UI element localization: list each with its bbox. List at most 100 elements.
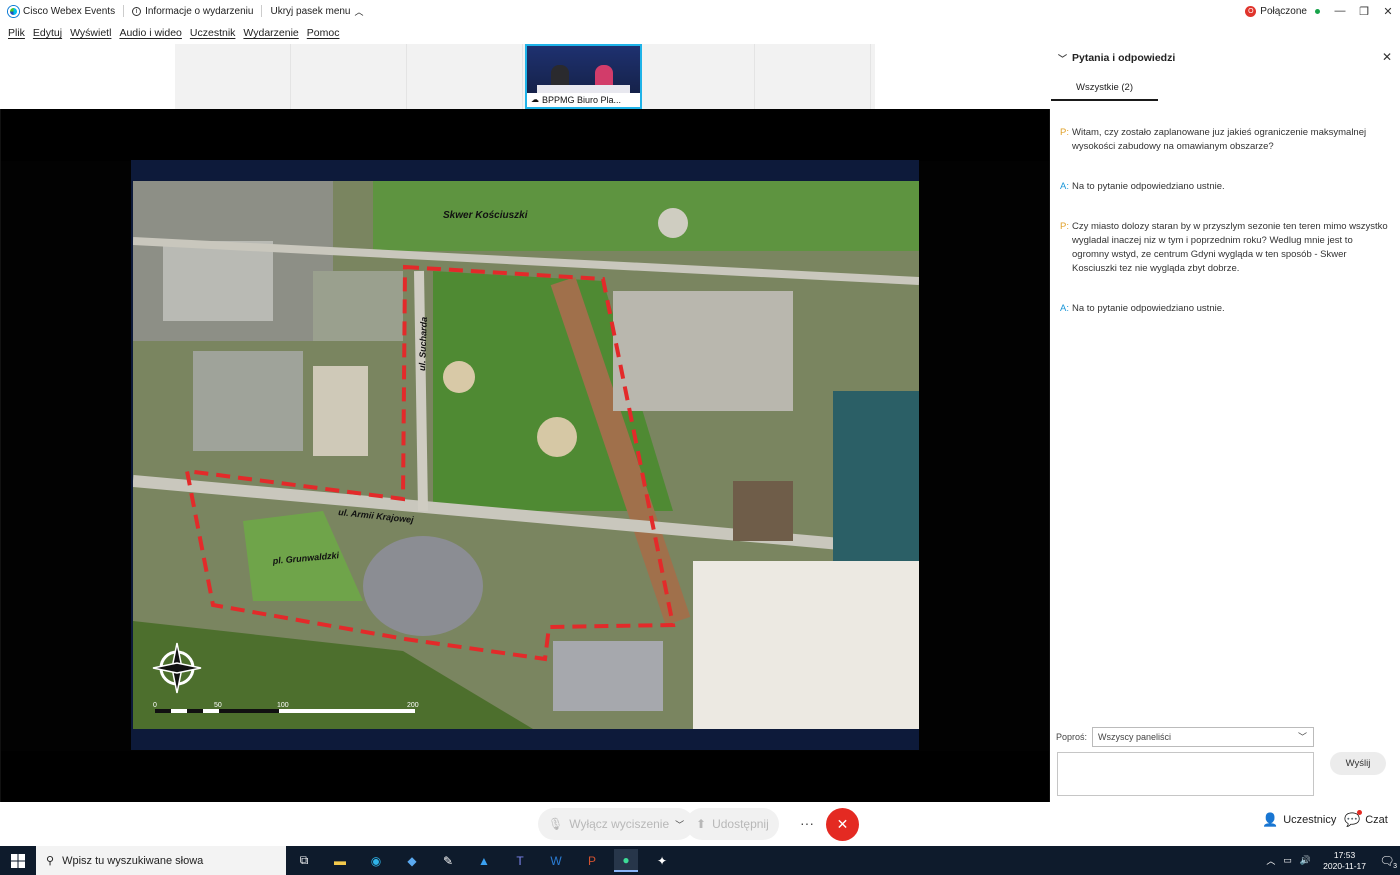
empty-video-slot: [639, 44, 755, 109]
monument-circle: [658, 208, 688, 238]
ask-target-value: Wszyscy paneliści: [1098, 732, 1172, 742]
notification-center-icon[interactable]: 🗨 3: [1374, 854, 1400, 870]
taskbar-search[interactable]: ⚲ Wpisz tu wyszukiwane słowa: [36, 846, 286, 875]
answer-item: A: Na to pytanie odpowiedziano ustnie.: [1060, 180, 1390, 194]
speaker-name-label: ☁ BPPMG Biuro Pla...: [527, 93, 640, 107]
menu-uczestnik[interactable]: Uczestnik: [186, 27, 240, 39]
building: [313, 366, 368, 456]
store-app-icon[interactable]: ◆: [400, 849, 424, 872]
connection-status[interactable]: O Połączone: [1237, 5, 1328, 17]
chevron-down-icon[interactable]: ﹀: [675, 818, 684, 831]
unmute-button[interactable]: 🎙 Wyłącz wyciszenie ﹀: [538, 808, 695, 840]
tab-all-questions[interactable]: Wszystkie (2): [1051, 74, 1158, 101]
hide-menu-label: Ukryj pasek menu: [270, 5, 351, 17]
aerial-map-drawing: Skwer Kościuszki ul. Sucharda ul. Armii …: [133, 181, 919, 729]
send-button[interactable]: Wyślij: [1330, 752, 1386, 775]
menu-audio-video[interactable]: Audio i wideo: [115, 27, 185, 39]
active-speaker-video[interactable]: ☁ BPPMG Biuro Pla...: [525, 44, 642, 109]
share-button[interactable]: ⬆ Udostępnij: [686, 808, 779, 840]
speaker-video-frame: [527, 46, 640, 93]
menu-pomoc[interactable]: Pomoc: [303, 27, 344, 39]
ask-label: Poproś:: [1056, 732, 1088, 742]
webex-taskbar-icon[interactable]: ●: [614, 849, 638, 872]
restore-button[interactable]: ❐: [1352, 5, 1376, 18]
building: [553, 641, 663, 711]
word-icon[interactable]: W: [544, 849, 568, 872]
close-panel-icon[interactable]: ✕: [1382, 50, 1392, 64]
marina-water: [833, 391, 919, 571]
chat-label: Czat: [1365, 814, 1388, 826]
presenter-figure: [595, 65, 613, 87]
hide-menu-button[interactable]: Ukryj pasek menu ︿: [262, 5, 371, 18]
qa-panel-header[interactable]: ﹀ Pytania i odpowiedzi: [1050, 44, 1400, 72]
question-text: Czy miasto dolozy staran by w przyszlym …: [1072, 221, 1388, 274]
app-icon[interactable]: ▲: [472, 849, 496, 872]
share-icon: ⬆: [696, 817, 707, 831]
menu-edytuj[interactable]: Edytuj: [29, 27, 66, 39]
answer-text: Na to pytanie odpowiedziano ustnie.: [1072, 181, 1225, 192]
connection-status-label: Połączone: [1260, 5, 1307, 17]
chat-button[interactable]: 💬 Czat: [1344, 810, 1388, 828]
notification-count: 3: [1393, 862, 1397, 870]
scale-tick: 200: [407, 702, 419, 709]
empty-video-slot: [175, 44, 291, 109]
meeting-controls-bar: 🎙 Wyłącz wyciszenie ﹀ ⬆ Udostępnij ··· ✕…: [0, 802, 1400, 846]
task-view-icon[interactable]: ⧉: [292, 849, 316, 872]
participants-label: Uczestnicy: [1283, 814, 1337, 826]
parking-area: [613, 291, 793, 411]
building: [193, 351, 303, 451]
clock[interactable]: 17:53 2020-11-17: [1315, 850, 1374, 872]
question-item[interactable]: P: Czy miasto dolozy staran by w przyszl…: [1060, 220, 1390, 276]
clock-date: 2020-11-17: [1323, 860, 1366, 871]
close-window-button[interactable]: ✕: [1376, 5, 1400, 18]
app-icon[interactable]: ✦: [650, 849, 674, 872]
menu-wydarzenie[interactable]: Wydarzenie: [239, 27, 302, 39]
title-bar: Cisco Webex Events i Informacje o wydarz…: [0, 0, 1400, 22]
chevron-down-icon: ﹀: [1297, 732, 1307, 742]
webex-logo-icon: [8, 5, 19, 17]
answer-text: Na to pytanie odpowiedziano ustnie.: [1072, 303, 1225, 314]
participants-button[interactable]: 👤 Uczestnicy: [1262, 812, 1336, 828]
file-explorer-icon[interactable]: ▬: [328, 849, 352, 872]
question-item[interactable]: P: Witam, czy zostało zaplanowane juz ja…: [1060, 126, 1390, 154]
question-input[interactable]: [1057, 752, 1314, 796]
qa-list: P: Witam, czy zostało zaplanowane juz ja…: [1060, 126, 1390, 328]
empty-video-slot: [755, 44, 871, 109]
menu-wyswietl[interactable]: Wyświetl: [66, 27, 115, 39]
participants-icon: 👤: [1262, 812, 1279, 827]
speaker-audio-icon: ☁: [531, 95, 539, 104]
volume-icon[interactable]: 🔊: [1296, 855, 1315, 866]
edge-browser-icon[interactable]: ◉: [364, 849, 388, 872]
teams-icon[interactable]: T: [508, 849, 532, 872]
ask-target-select[interactable]: Wszyscy paneliści ﹀: [1092, 727, 1314, 747]
aerial-map: Skwer Kościuszki ul. Sucharda ul. Armii …: [133, 181, 919, 729]
minimize-button[interactable]: —: [1328, 5, 1352, 17]
chat-notification-dot: [1357, 810, 1363, 815]
clock-time: 17:53: [1333, 849, 1356, 860]
answer-tag: A:: [1060, 181, 1069, 192]
event-info-button[interactable]: i Informacje o wydarzeniu: [124, 6, 261, 17]
app-name: Cisco Webex Events: [23, 5, 116, 17]
building: [733, 481, 793, 541]
presenter-figure: [551, 65, 569, 87]
qa-tabs: Wszystkie (2): [1050, 74, 1400, 102]
speaker-name: BPPMG Biuro Pla...: [542, 95, 622, 105]
start-button[interactable]: [0, 846, 36, 875]
building: [163, 241, 273, 321]
menu-plik[interactable]: Plik: [4, 27, 29, 39]
network-icon[interactable]: ▭: [1279, 855, 1296, 866]
map-label-skwer: Skwer Kościuszki: [443, 210, 528, 221]
answer-tag: A:: [1060, 303, 1069, 314]
parking-lot: [313, 271, 403, 341]
more-options-button[interactable]: ···: [797, 808, 817, 840]
chevron-up-icon[interactable]: ︿: [1262, 854, 1279, 867]
window-controls: O Połączone — ❐ ✕: [1237, 0, 1400, 22]
microphone-muted-icon: 🎙: [548, 817, 564, 831]
video-thumbnail-strip: ☁ BPPMG Biuro Pla...: [175, 44, 875, 109]
chevron-down-icon[interactable]: ﹀: [1058, 52, 1068, 65]
powerpoint-icon[interactable]: P: [580, 849, 604, 872]
desk: [537, 85, 630, 93]
leave-meeting-button[interactable]: ✕: [826, 808, 859, 841]
event-info-label: Informacje o wydarzeniu: [145, 5, 254, 17]
app-icon[interactable]: ✎: [436, 849, 460, 872]
